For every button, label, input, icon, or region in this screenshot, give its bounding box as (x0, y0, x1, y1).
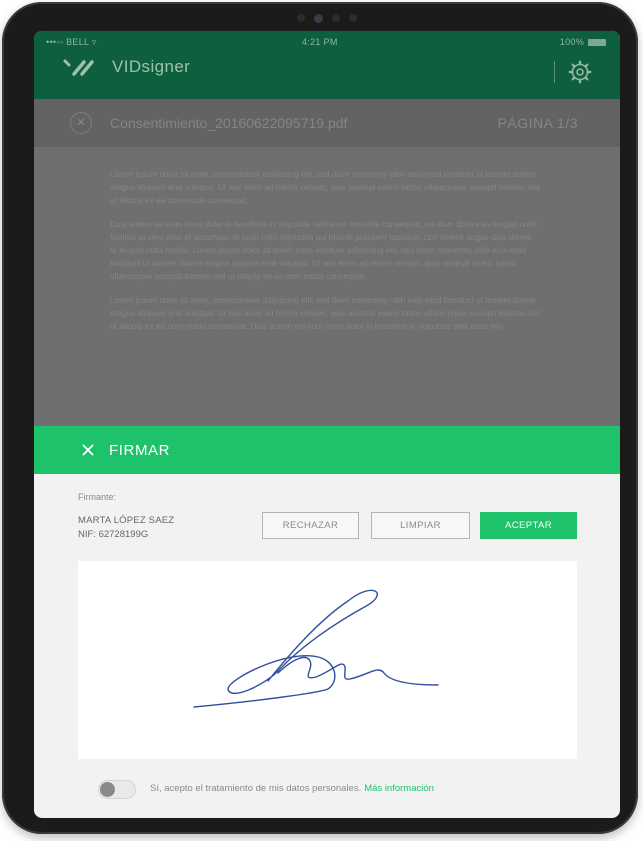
sign-title: FIRMAR (109, 441, 171, 459)
signer-label: Firmante: (78, 492, 117, 502)
consent-toggle[interactable] (98, 780, 136, 799)
document-viewer: ✕ Consentimiento_20160622095719.pdf PÁGI… (34, 99, 620, 429)
toggle-knob (100, 782, 115, 797)
sensor-dot (349, 14, 357, 22)
more-info-link[interactable]: Más información (364, 783, 434, 794)
signature-stroke (193, 589, 439, 708)
close-document-icon[interactable]: ✕ (70, 112, 92, 134)
document-paragraph: Lorem ipsum dolor sit amet, consectetuer… (110, 296, 540, 331)
camera-lens (314, 13, 323, 23)
accept-button[interactable]: ACEPTAR (480, 512, 577, 539)
document-filename: Consentimiento_20160622095719.pdf (110, 115, 348, 131)
consent-label: Sí, acepto el tratamiento de mis datos p… (150, 783, 362, 794)
header-divider (554, 61, 555, 83)
document-toolbar: ✕ Consentimiento_20160622095719.pdf PÁGI… (34, 99, 620, 147)
app-logo: VIDsigner (62, 57, 190, 77)
signer-nif: NIF: 62728199G (78, 529, 149, 540)
sign-bar: FIRMAR (34, 426, 620, 474)
sensor-dot (332, 14, 340, 22)
consent-text: Sí, acepto el tratamiento de mis datos p… (150, 783, 434, 794)
page-indicator: PÁGINA 1/3 (497, 115, 578, 131)
screen: •••◦◦ BELL ▿ 4:21 PM 100% VIDsigner ✕ Co… (34, 31, 620, 818)
status-time: 4:21 PM (302, 37, 338, 47)
document-paragraph: Duis autem vel eum iriure dolor in hendr… (110, 220, 537, 281)
vidsigner-logo-icon (63, 59, 94, 76)
app-name: VIDsigner (112, 57, 191, 76)
battery-percent: 100% (559, 37, 584, 47)
sensor-dot (297, 14, 305, 22)
camera-bar (272, 10, 382, 26)
reject-button[interactable]: RECHAZAR (262, 512, 359, 539)
status-battery: 100% (560, 37, 606, 47)
signature-pad[interactable] (78, 561, 577, 759)
status-bar: •••◦◦ BELL ▿ 4:21 PM 100% (34, 31, 620, 51)
signer-name: MARTA LÓPEZ SAEZ (78, 515, 175, 526)
gear-icon[interactable] (568, 60, 592, 84)
battery-icon (588, 38, 606, 46)
clear-button[interactable]: LIMPIAR (371, 512, 470, 539)
document-paragraph: Lorem ipsum dolor sit amet, consectetuer… (110, 170, 540, 205)
status-carrier: •••◦◦ BELL ▿ (46, 37, 97, 47)
app-header: •••◦◦ BELL ▿ 4:21 PM 100% VIDsigner (34, 31, 620, 99)
document-body: Lorem ipsum dolor sit amet, consectetuer… (110, 169, 540, 346)
close-icon[interactable] (81, 443, 95, 457)
